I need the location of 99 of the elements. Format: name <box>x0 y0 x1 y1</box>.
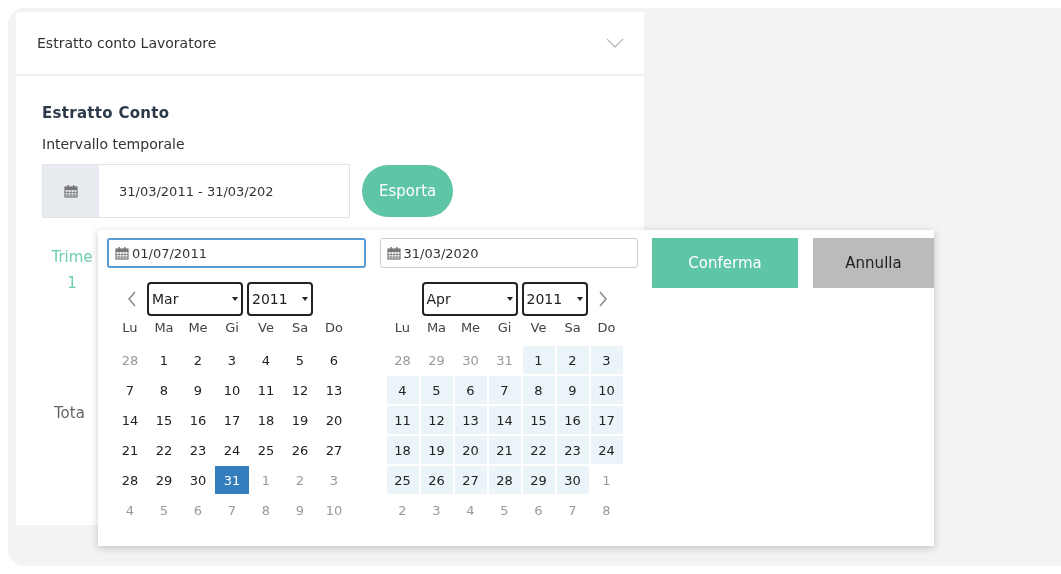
calendar-day[interactable]: 4 <box>249 346 283 374</box>
calendar-day[interactable]: 25 <box>386 466 419 494</box>
calendar-day[interactable]: 13 <box>454 406 487 434</box>
weekday-label: Do <box>324 318 344 337</box>
weekday-label: Ma <box>425 318 448 337</box>
calendar-day[interactable]: 26 <box>283 436 317 464</box>
chevron-left-icon[interactable] <box>127 291 137 307</box>
total-label: Tota <box>54 404 85 422</box>
weekday-label: Do <box>596 318 617 337</box>
calendar-day[interactable]: 21 <box>113 436 147 464</box>
weekday-label: Ve <box>529 318 548 337</box>
calendar-day[interactable]: 5 <box>283 346 317 374</box>
calendar-day[interactable]: 13 <box>317 376 351 404</box>
calendar-day[interactable]: 14 <box>113 406 147 434</box>
weekday-label: Me <box>187 318 209 337</box>
calendar-icon <box>115 246 129 260</box>
caret-icon <box>302 297 308 301</box>
weekday-label: Lu <box>121 318 139 337</box>
calendar-day[interactable]: 17 <box>215 406 249 434</box>
weekday-label: Sa <box>290 318 310 337</box>
month-select[interactable]: Apr <box>421 282 518 316</box>
year-select[interactable]: 2011 <box>247 282 313 316</box>
calendar-day[interactable]: 29 <box>147 466 181 494</box>
calendar-day[interactable]: 27 <box>317 436 351 464</box>
calendar-day[interactable]: 17 <box>590 406 623 434</box>
weekday-label: Sa <box>563 318 582 337</box>
calendar-day[interactable]: 11 <box>386 406 419 434</box>
calendar-day[interactable]: 8 <box>147 376 181 404</box>
date-field[interactable]: 31/03/2020 <box>379 238 638 268</box>
calendar-day[interactable]: 3 <box>215 346 249 374</box>
calendar-day[interactable]: 1 <box>522 346 555 374</box>
caret-icon <box>506 297 513 301</box>
table-cell-text: 1 <box>66 274 78 292</box>
calendar-day[interactable]: 24 <box>590 436 623 464</box>
calendar-day[interactable]: 4 <box>386 376 419 404</box>
weekday-label: Me <box>459 318 482 337</box>
date-field[interactable]: 01/07/2011 <box>107 238 366 268</box>
calendar-day[interactable]: 18 <box>386 436 419 464</box>
weekday-label: Ve <box>257 318 275 337</box>
calendar-day[interactable]: 22 <box>522 436 555 464</box>
caret-icon <box>232 297 238 301</box>
chevron-right-icon[interactable] <box>597 291 608 307</box>
calendar-day[interactable]: 11 <box>249 376 283 404</box>
calendar-day[interactable]: 18 <box>249 406 283 434</box>
date-range-field[interactable]: 31/03/2011 - 31/03/202 <box>42 164 350 218</box>
calendar-day[interactable]: 20 <box>454 436 487 464</box>
chevron-icon[interactable] <box>606 38 624 48</box>
weekday-label: Ma <box>153 318 175 337</box>
calendar-day[interactable]: 28 <box>488 466 521 494</box>
calendar-day[interactable]: 9 <box>556 376 589 404</box>
calendar-day[interactable]: 7 <box>488 376 521 404</box>
calendar-day[interactable]: 16 <box>556 406 589 434</box>
calendar-day[interactable]: 12 <box>283 376 317 404</box>
caret-icon <box>576 297 583 301</box>
cancel-button[interactable]: Annulla <box>813 238 934 288</box>
calendar-day[interactable]: 15 <box>522 406 555 434</box>
calendar-day[interactable]: 2 <box>181 346 215 374</box>
calendar-day[interactable]: 7 <box>113 376 147 404</box>
calendar-day[interactable]: 15 <box>147 406 181 434</box>
column-header: Trime <box>50 248 94 266</box>
field-label: Intervallo temporale <box>42 136 186 152</box>
calendar-day[interactable]: 3 <box>590 346 623 374</box>
weekday-label: Gi <box>224 318 240 337</box>
calendar-day[interactable]: 8 <box>522 376 555 404</box>
calendar-day[interactable]: 10 <box>215 376 249 404</box>
year-select[interactable]: 2011 <box>521 282 588 316</box>
calendar-day[interactable]: 27 <box>454 466 487 494</box>
calendar-day[interactable]: 20 <box>317 406 351 434</box>
calendar-day[interactable]: 10 <box>590 376 623 404</box>
weekday-label: Gi <box>496 318 513 337</box>
calendar-day[interactable]: 28 <box>113 466 147 494</box>
calendar-day[interactable]: 23 <box>181 436 215 464</box>
calendar-day[interactable]: 19 <box>420 436 453 464</box>
calendar-day[interactable]: 5 <box>420 376 453 404</box>
calendar-day[interactable]: 14 <box>488 406 521 434</box>
month-select[interactable]: Mar <box>147 282 243 316</box>
panel-title: Estratto conto Lavoratore <box>37 35 217 51</box>
calendar-day[interactable]: 30 <box>181 466 215 494</box>
calendar-day[interactable]: 26 <box>420 466 453 494</box>
calendar-icon <box>386 246 401 260</box>
calendar-day[interactable]: 31 <box>215 466 249 494</box>
calendar-day[interactable]: 6 <box>317 346 351 374</box>
calendar-day[interactable]: 2 <box>556 346 589 374</box>
calendar-day[interactable]: 19 <box>283 406 317 434</box>
calendar-day[interactable]: 9 <box>181 376 215 404</box>
calendar-icon <box>64 184 78 198</box>
calendar-day[interactable]: 21 <box>488 436 521 464</box>
calendar-day[interactable]: 23 <box>556 436 589 464</box>
calendar-day[interactable]: 12 <box>420 406 453 434</box>
calendar-day[interactable]: 24 <box>215 436 249 464</box>
calendar-day[interactable]: 22 <box>147 436 181 464</box>
calendar-day[interactable]: 16 <box>181 406 215 434</box>
calendar-day[interactable]: 30 <box>556 466 589 494</box>
section-heading: Estratto Conto <box>42 104 171 122</box>
weekday-label: Lu <box>393 318 412 337</box>
calendar-day[interactable]: 1 <box>147 346 181 374</box>
calendar-day[interactable]: 29 <box>522 466 555 494</box>
calendar-day[interactable]: 25 <box>249 436 283 464</box>
calendar-day[interactable]: 6 <box>454 376 487 404</box>
